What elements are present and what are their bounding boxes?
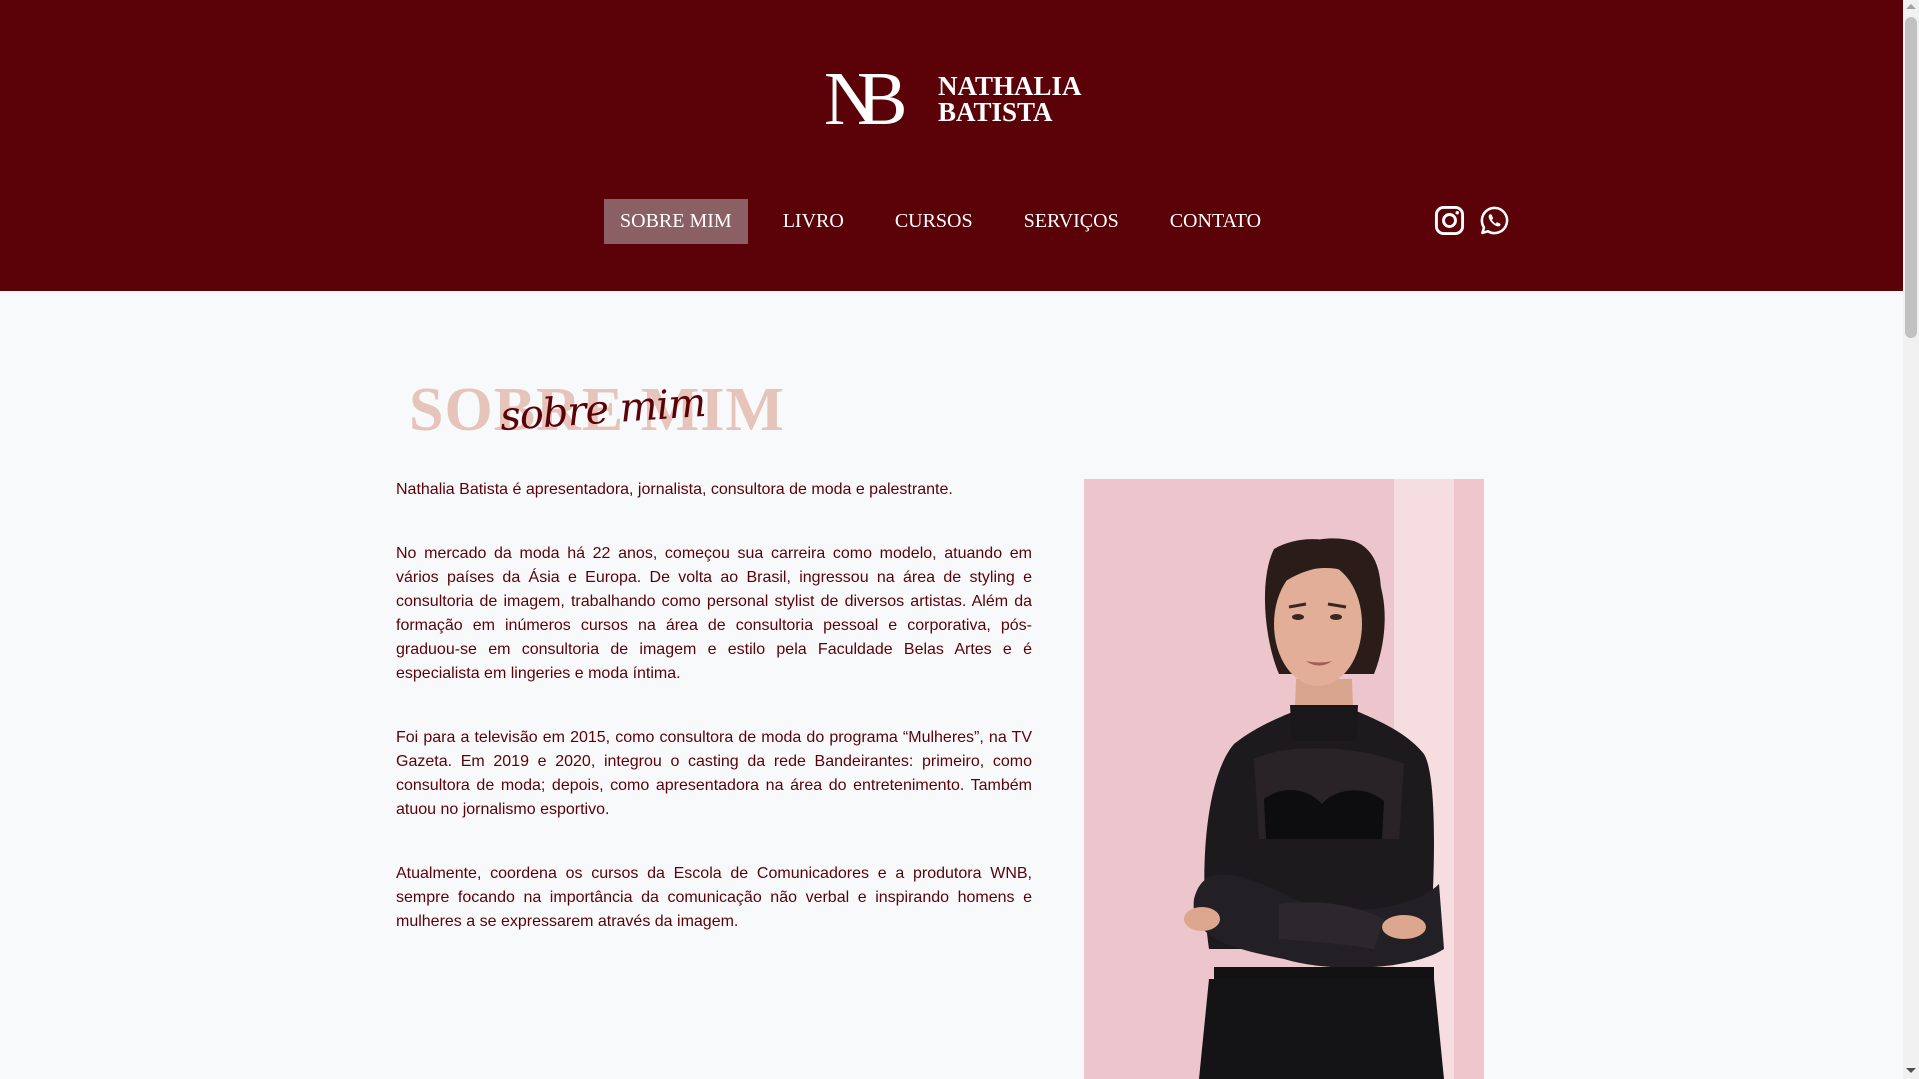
brand-name-line2: BATISTA [938,97,1053,127]
instagram-icon[interactable] [1434,205,1465,236]
about-paragraph: Nathalia Batista é apresentadora, jornal… [396,481,953,498]
brand-logo[interactable]: NB NATHALIA BATISTA [824,57,1084,141]
nav-item-cursos[interactable]: CURSOS [879,199,989,244]
nav-item-sobre-mim[interactable]: SOBRE MIM [604,199,748,244]
scroll-down-arrow-icon[interactable] [1906,1068,1916,1073]
nav-item-contato[interactable]: CONTATO [1154,199,1277,244]
about-paragraph: No mercado da moda há 22 anos, começou s… [396,545,1032,682]
brand-name-line1: NATHALIA [938,71,1082,101]
about-paragraph: Atualmente, coordena os cursos da Escola… [396,865,1032,930]
portrait-illustration [1084,479,1484,1079]
portrait-photo [1084,479,1484,1079]
monogram-n: N [824,57,879,141]
about-paragraph: Foi para a televisão em 2015, como consu… [396,729,1032,818]
about-text: Nathalia Batista é apresentadora, jornal… [396,478,1032,974]
scrollbar-thumb[interactable] [1905,17,1917,338]
nav-item-livro[interactable]: LIVRO [767,199,860,244]
monogram-b: B [856,57,907,141]
whatsapp-icon[interactable] [1479,205,1510,236]
nav-item-servicos[interactable]: SERVIÇOS [1008,199,1135,244]
scroll-up-arrow-icon[interactable] [1906,4,1916,9]
social-links [1434,205,1510,236]
monogram: NB [824,57,934,141]
brand-name: NATHALIA BATISTA [938,71,1082,127]
main-nav: SOBRE MIM LIVRO CURSOS SERVIÇOS CONTATO [604,199,1296,244]
site-header: NB NATHALIA BATISTA SOBRE MIM LIVRO CURS… [0,0,1903,291]
